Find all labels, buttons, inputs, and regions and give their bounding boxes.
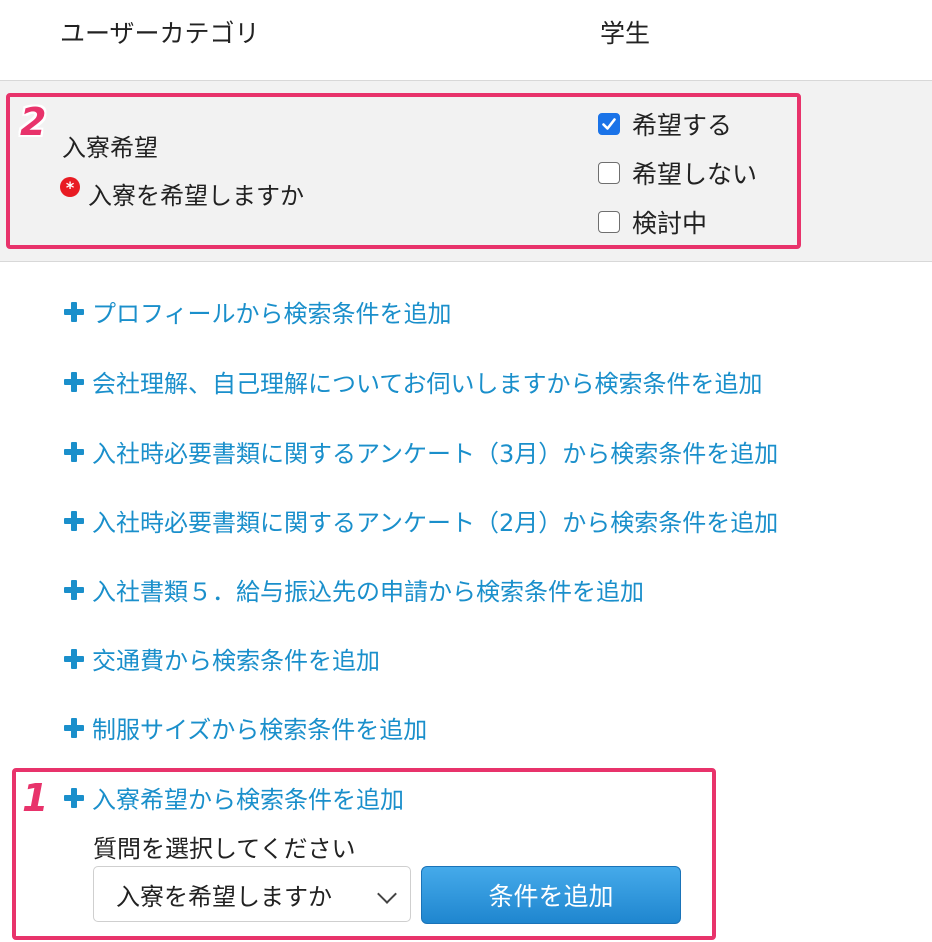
add-condition-link-docs-march[interactable]: 入社時必要書類に関するアンケート（3月）から検索条件を追加 [62, 434, 778, 469]
plus-icon [62, 509, 86, 533]
plus-icon [62, 370, 86, 394]
add-condition-link-uniform[interactable]: 制服サイズから検索条件を追加 [62, 710, 427, 745]
annotation-badge-2: 2 [20, 100, 47, 144]
plus-icon [62, 578, 86, 602]
add-condition-link-transport[interactable]: 交通費から検索条件を追加 [62, 641, 380, 676]
plus-icon [62, 300, 86, 324]
plus-icon [62, 647, 86, 671]
annotation-badge-1: 1 [22, 776, 49, 820]
plus-icon [62, 440, 86, 464]
add-condition-link-docs-feb[interactable]: 入社時必要書類に関するアンケート（2月）から検索条件を追加 [62, 503, 778, 538]
user-category-label: ユーザーカテゴリ [60, 19, 260, 48]
user-category-value: 学生 [600, 19, 651, 48]
add-condition-link-company[interactable]: 会社理解、自己理解についてお伺いしますから検索条件を追加 [62, 364, 763, 399]
add-condition-link-profile[interactable]: プロフィールから検索条件を追加 [62, 294, 452, 329]
plus-icon [62, 716, 86, 740]
highlight-box-2 [6, 93, 801, 249]
add-condition-link-bank[interactable]: 入社書類５．給与振込先の申請から検索条件を追加 [62, 572, 644, 607]
highlight-box-1 [12, 768, 716, 940]
user-category-row: ユーザーカテゴリ 学生 [0, 0, 932, 81]
